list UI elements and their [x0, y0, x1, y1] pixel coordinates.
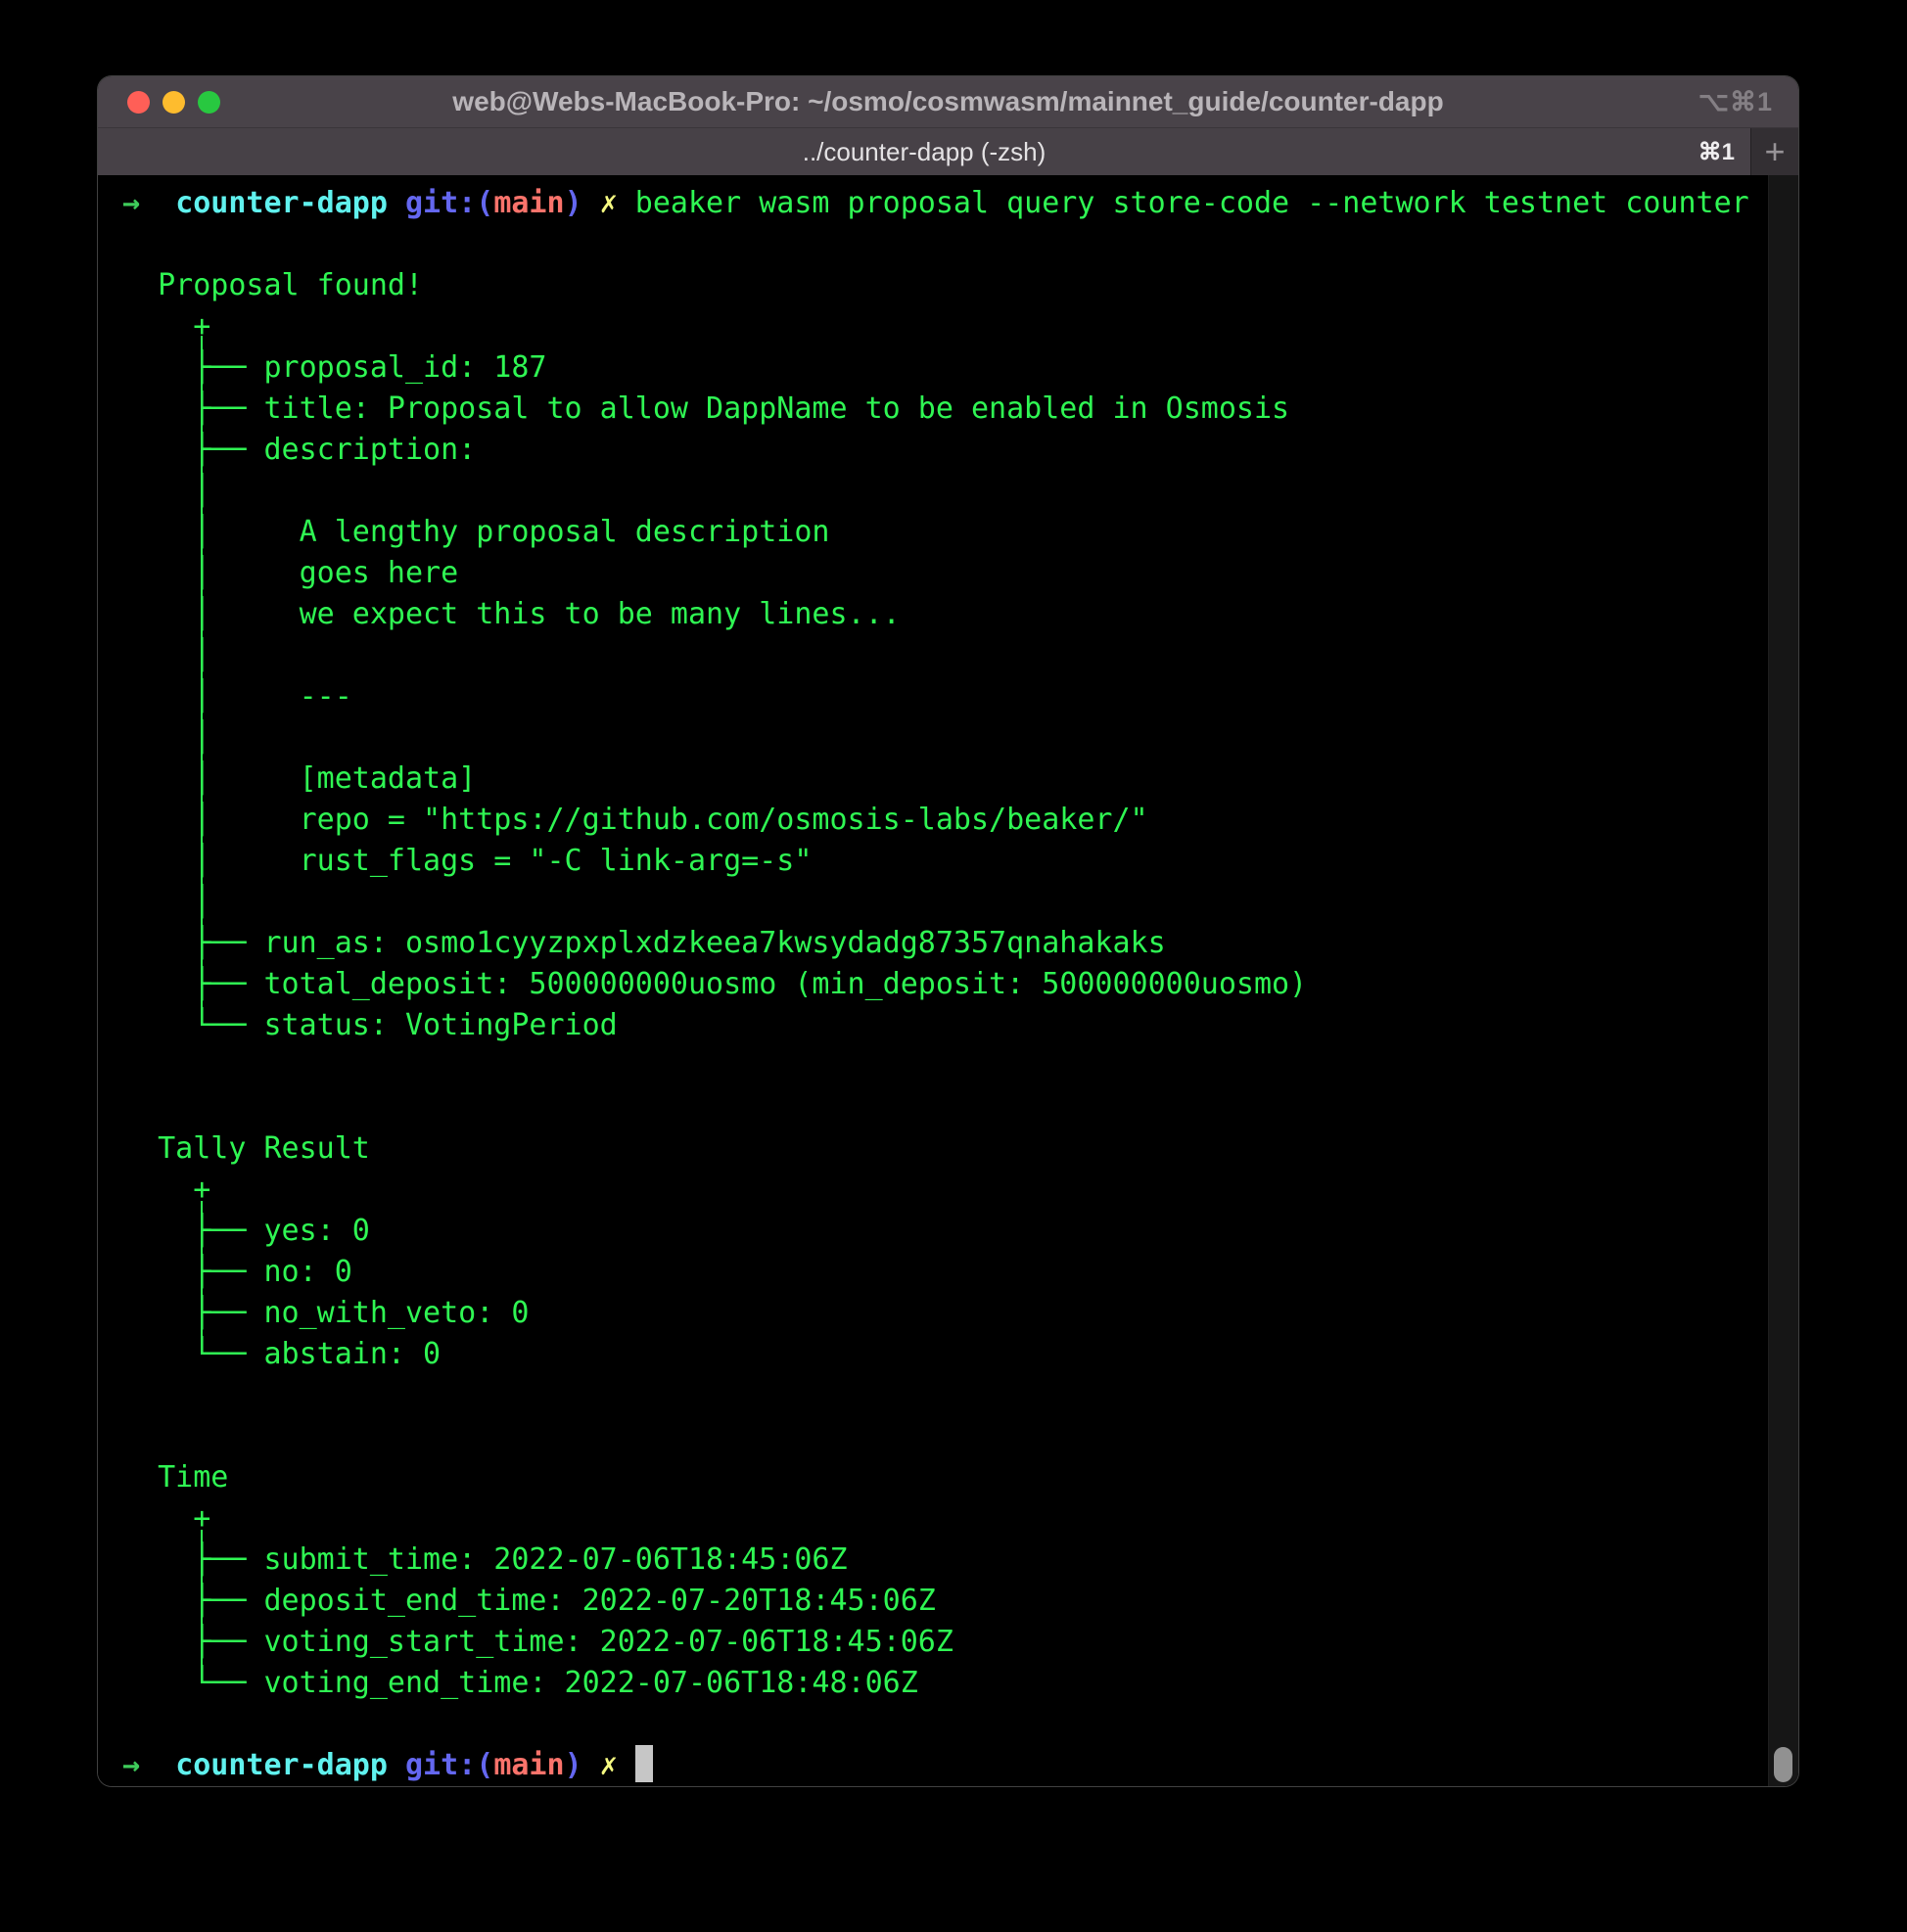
terminal-line: ├── no_with_veto: 0 — [122, 1293, 1749, 1334]
terminal-line: ├── no: 0 — [122, 1252, 1749, 1293]
terminal-line: + — [122, 1498, 1749, 1540]
scrollbar-track[interactable] — [1768, 175, 1798, 1786]
terminal-line: Time — [122, 1457, 1749, 1498]
terminal-line: ├── description: — [122, 430, 1749, 471]
terminal-line: Tally Result — [122, 1128, 1749, 1170]
terminal-content[interactable]: → counter-dapp git:(main) ✗ beaker wasm … — [98, 175, 1798, 1786]
terminal-line — [122, 1375, 1749, 1416]
terminal-line: │ — [122, 882, 1749, 923]
terminal-line: │ rust_flags = "-C link-arg=-s" — [122, 841, 1749, 882]
tree-trunk-line — [201, 1530, 203, 1683]
zoom-button[interactable] — [198, 91, 220, 114]
terminal-line: └── status: VotingPeriod — [122, 1005, 1749, 1046]
terminal-line — [122, 1704, 1749, 1745]
terminal-line: ├── proposal_id: 187 — [122, 347, 1749, 389]
terminal-line: ├── submit_time: 2022-07-06T18:45:06Z — [122, 1540, 1749, 1581]
terminal-line: │ goes here — [122, 553, 1749, 594]
scrollbar-thumb[interactable] — [1774, 1747, 1792, 1782]
tab-shortcut-hint: ⌘1 — [1698, 138, 1735, 166]
terminal-line: │ A lengthy proposal description — [122, 512, 1749, 553]
terminal-line: → counter-dapp git:(main) ✗ beaker wasm … — [122, 183, 1749, 224]
tab-bar: ../counter-dapp (-zsh) ⌘1 + — [98, 127, 1798, 175]
minimize-button[interactable] — [163, 91, 185, 114]
new-tab-button[interactable]: + — [1750, 128, 1798, 175]
terminal-line: │ repo = "https://github.com/osmosis-lab… — [122, 800, 1749, 841]
terminal-line: └── abstain: 0 — [122, 1334, 1749, 1375]
tree-trunk-line — [201, 336, 203, 1026]
terminal-line — [122, 1046, 1749, 1087]
terminal-line: ├── run_as: osmo1cyyzpxplxdzkeea7kwsydad… — [122, 923, 1749, 964]
tab-counter-dapp[interactable]: ../counter-dapp (-zsh) ⌘1 — [98, 128, 1750, 175]
terminal-line: → counter-dapp git:(main) ✗ — [122, 1745, 1749, 1786]
terminal-line: Proposal found! — [122, 265, 1749, 306]
terminal-line — [122, 224, 1749, 265]
terminal-line: └── voting_end_time: 2022-07-06T18:48:06… — [122, 1663, 1749, 1704]
terminal-line: + — [122, 1170, 1749, 1211]
terminal-window: web@Webs-MacBook-Pro: ~/osmo/cosmwasm/ma… — [98, 76, 1798, 1786]
tree-trunk-line — [201, 1201, 203, 1355]
terminal-cursor — [635, 1745, 653, 1782]
terminal-line: ├── yes: 0 — [122, 1211, 1749, 1252]
terminal-line — [122, 1087, 1749, 1128]
terminal-line: │ — [122, 635, 1749, 676]
terminal-line: │ we expect this to be many lines... — [122, 594, 1749, 635]
terminal-line: + — [122, 306, 1749, 347]
terminal-line: ├── voting_start_time: 2022-07-06T18:45:… — [122, 1622, 1749, 1663]
titlebar[interactable]: web@Webs-MacBook-Pro: ~/osmo/cosmwasm/ma… — [98, 76, 1798, 127]
terminal-line — [122, 1416, 1749, 1457]
traffic-lights — [127, 76, 220, 127]
close-button[interactable] — [127, 91, 150, 114]
terminal-line: ├── total_deposit: 500000000uosmo (min_d… — [122, 964, 1749, 1005]
window-shortcut-hint: ⌥⌘1 — [1698, 87, 1773, 117]
terminal-line: │ --- — [122, 676, 1749, 717]
tab-title: ../counter-dapp (-zsh) — [803, 137, 1047, 167]
terminal-line: │ — [122, 471, 1749, 512]
terminal-line: ├── title: Proposal to allow DappName to… — [122, 389, 1749, 430]
terminal-line: │ [metadata] — [122, 759, 1749, 800]
terminal-line: ├── deposit_end_time: 2022-07-20T18:45:0… — [122, 1581, 1749, 1622]
window-title: web@Webs-MacBook-Pro: ~/osmo/cosmwasm/ma… — [452, 86, 1443, 117]
terminal-line: │ — [122, 717, 1749, 759]
terminal-text: → counter-dapp git:(main) ✗ beaker wasm … — [122, 183, 1749, 1786]
